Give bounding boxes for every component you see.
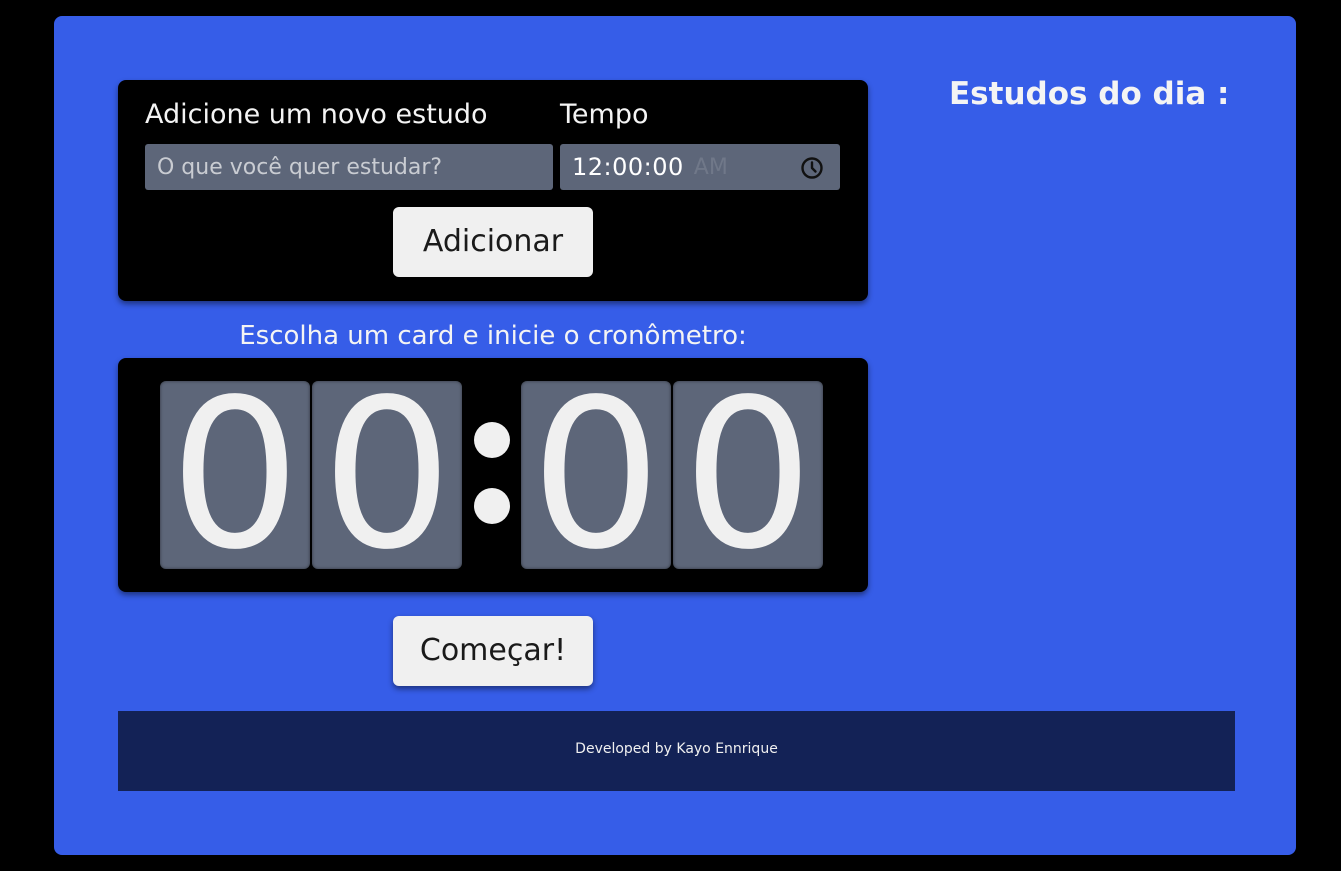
time-label: Tempo <box>560 99 649 130</box>
footer: Developed by Kayo Ennrique <box>118 711 1235 791</box>
clock-icon[interactable] <box>800 156 824 180</box>
study-label: Adicione um novo estudo <box>145 99 488 130</box>
main-panel: Adicione um novo estudo Tempo 12:00:00 A… <box>54 16 1296 855</box>
footer-credit: Developed by Kayo Ennrique <box>575 741 778 757</box>
timer-display: 0 0 0 0 <box>118 358 868 592</box>
colon-dot-bottom <box>474 488 510 524</box>
studies-heading: Estudos do dia : <box>949 76 1230 112</box>
time-ampm: AM <box>693 154 728 180</box>
seconds-tens-digit: 0 <box>521 381 671 569</box>
colon-dot-top <box>474 422 510 458</box>
add-button[interactable]: Adicionar <box>393 207 593 277</box>
study-input[interactable] <box>145 144 553 190</box>
time-value: 12:00:00 <box>572 153 684 181</box>
add-study-card: Adicione um novo estudo Tempo 12:00:00 A… <box>118 80 868 301</box>
minutes-tens-digit: 0 <box>160 381 310 569</box>
seconds-ones-digit: 0 <box>673 381 823 569</box>
minutes-ones-digit: 0 <box>312 381 462 569</box>
start-button[interactable]: Começar! <box>393 616 593 686</box>
timer-instruction: Escolha um card e inicie o cronômetro: <box>239 321 747 351</box>
time-input[interactable]: 12:00:00 AM <box>560 144 840 190</box>
